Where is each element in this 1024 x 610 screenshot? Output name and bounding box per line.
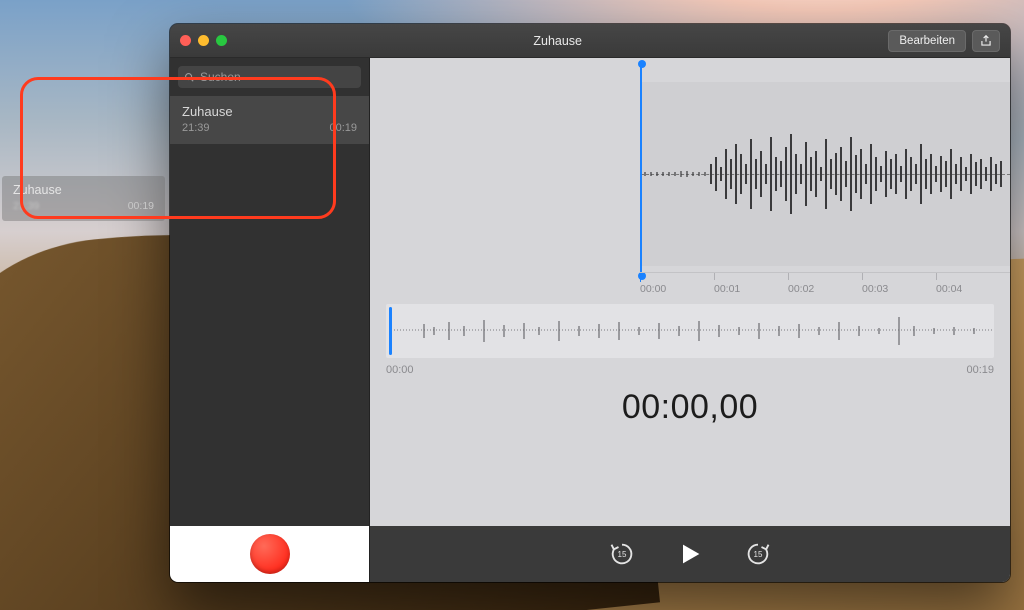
edit-button[interactable]: Bearbeiten (888, 30, 966, 52)
waveform-zoom-icon (641, 109, 1010, 239)
detail-pane: 00:00 00:01 00:02 00:03 00:04 (370, 58, 1010, 582)
recording-name: Zuhause (182, 104, 357, 119)
overview-cursor[interactable] (389, 307, 392, 355)
skip-back-button[interactable]: 15 (608, 540, 636, 568)
play-button[interactable] (676, 540, 704, 568)
skip-seconds-label: 15 (608, 550, 636, 559)
waveform-overview-icon (394, 314, 994, 348)
window-controls (180, 35, 227, 46)
share-button[interactable] (972, 30, 1000, 52)
titlebar: Zuhause Bearbeiten (170, 24, 1010, 58)
ruler-tick: 00:01 (714, 283, 740, 295)
dragged-recording-duration: 00:19 (128, 200, 154, 212)
recordings-sidebar: Suchen Zuhause 21:39 00:19 (170, 58, 370, 582)
time-ruler: 00:00 00:01 00:02 00:03 00:04 (640, 272, 1010, 298)
recording-list-item[interactable]: Zuhause 21:39 00:19 (170, 96, 369, 144)
ruler-tick: 00:03 (862, 283, 888, 295)
share-icon (979, 34, 993, 48)
desktop-wallpaper: Zuhause Bearbeiten Suchen (0, 0, 1024, 610)
recording-duration: 00:19 (329, 122, 357, 134)
play-icon (676, 540, 704, 568)
voice-memos-window: Zuhause Bearbeiten Suchen (170, 24, 1010, 582)
skip-seconds-label: 15 (744, 550, 772, 559)
waveform-overview[interactable] (386, 304, 994, 358)
overview-start-time: 00:00 (386, 364, 414, 376)
dragged-recording-time: 21:39 (13, 200, 39, 212)
recording-time: 21:39 (182, 122, 210, 134)
search-input[interactable]: Suchen (178, 66, 361, 88)
playback-controls: 15 15 (370, 526, 1010, 582)
search-icon (184, 72, 195, 83)
playhead[interactable] (640, 64, 642, 276)
ruler-tick: 00:04 (936, 283, 962, 295)
timecode-display: 00:00,00 (370, 388, 1010, 427)
ruler-tick: 00:02 (788, 283, 814, 295)
close-window-button[interactable] (180, 35, 191, 46)
minimize-window-button[interactable] (198, 35, 209, 46)
waveform-panel[interactable]: 00:00 00:01 00:02 00:03 00:04 (370, 58, 1010, 298)
record-button[interactable] (250, 534, 290, 574)
dragged-recording-name: Zuhause (13, 183, 154, 197)
overview-end-time: 00:19 (966, 364, 994, 376)
ruler-tick: 00:00 (640, 283, 666, 295)
waveform-zoom-area (640, 82, 1010, 266)
skip-forward-button[interactable]: 15 (744, 540, 772, 568)
dragged-recording-item[interactable]: Zuhause 21:39 00:19 (2, 176, 165, 221)
zoom-window-button[interactable] (216, 35, 227, 46)
record-bar (170, 526, 369, 582)
window-title: Zuhause (235, 34, 880, 48)
search-placeholder: Suchen (200, 70, 241, 84)
